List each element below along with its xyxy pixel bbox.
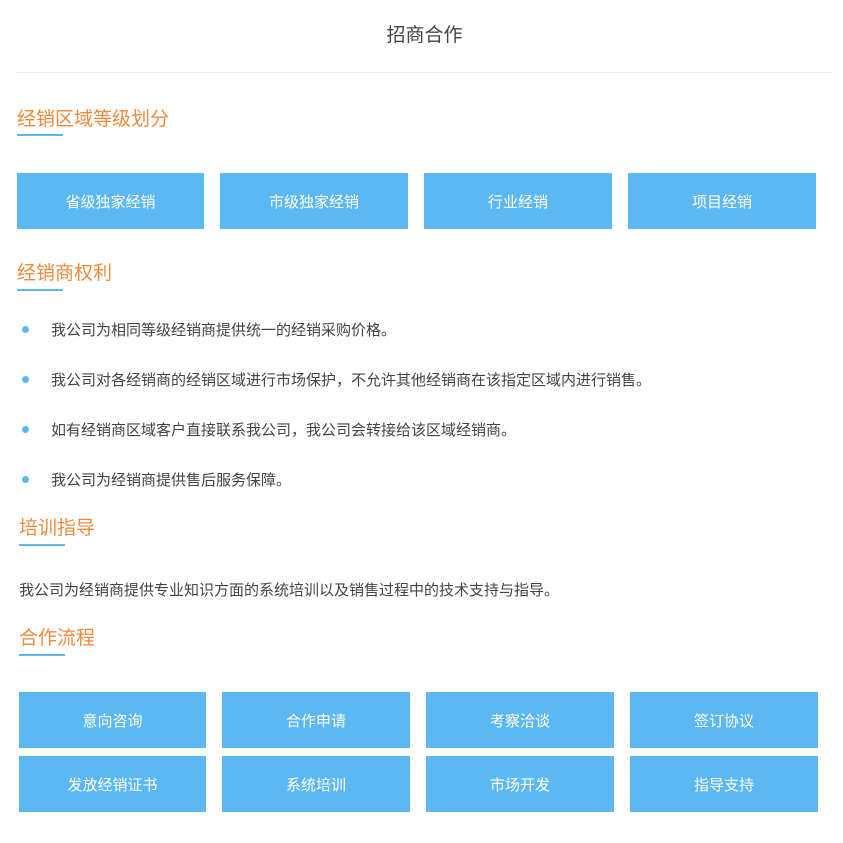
- process-step-certificate[interactable]: 发放经销证书: [19, 756, 206, 812]
- bullet-dot-icon: [22, 426, 29, 433]
- section-title-process: 合作流程: [19, 627, 96, 649]
- rights-item-text: 如有经销商区域客户直接联系我公司，我公司会转接给该区域经销商。: [51, 421, 517, 439]
- process-step-sign[interactable]: 签订协议: [630, 692, 818, 748]
- section-underline-levels: [17, 134, 63, 136]
- level-button-city[interactable]: 市级独家经销: [220, 173, 408, 229]
- section-title-rights: 经销商权利: [17, 262, 113, 284]
- section-underline-training: [19, 544, 65, 546]
- bullet-dot-icon: [22, 326, 29, 333]
- rights-item-text: 我公司为相同等级经销商提供统一的经销采购价格。: [51, 321, 397, 339]
- level-button-provincial[interactable]: 省级独家经销: [17, 173, 204, 229]
- section-underline-rights: [17, 289, 63, 291]
- level-button-industry[interactable]: 行业经销: [424, 173, 612, 229]
- bullet-dot-icon: [22, 476, 29, 483]
- rights-item-text: 我公司为经销商提供售后服务保障。: [51, 471, 292, 489]
- rights-item: 我公司为经销商提供售后服务保障。: [22, 469, 291, 490]
- level-button-project[interactable]: 项目经销: [628, 173, 816, 229]
- rights-item: 如有经销商区域客户直接联系我公司，我公司会转接给该区域经销商。: [22, 419, 516, 440]
- rights-item-text: 我公司对各经销商的经销区域进行市场保护，不允许其他经销商在该指定区域内进行销售。: [51, 371, 652, 389]
- process-step-apply[interactable]: 合作申请: [222, 692, 410, 748]
- section-title-training: 培训指导: [19, 517, 96, 539]
- rights-item: 我公司为相同等级经销商提供统一的经销采购价格。: [22, 319, 396, 340]
- page-title: 招商合作: [386, 24, 463, 46]
- process-step-training[interactable]: 系统培训: [222, 756, 410, 812]
- bullet-dot-icon: [22, 376, 29, 383]
- section-title-levels: 经销区域等级划分: [17, 108, 170, 130]
- section-underline-process: [19, 654, 65, 656]
- process-step-consult[interactable]: 意向咨询: [19, 692, 206, 748]
- title-divider: [16, 72, 832, 73]
- process-step-negotiate[interactable]: 考察洽谈: [426, 692, 614, 748]
- process-step-support[interactable]: 指导支持: [630, 756, 818, 812]
- rights-item: 我公司对各经销商的经销区域进行市场保护，不允许其他经销商在该指定区域内进行销售。: [22, 369, 651, 390]
- training-text: 我公司为经销商提供专业知识方面的系统培训以及销售过程中的技术支持与指导。: [19, 581, 560, 599]
- process-step-market[interactable]: 市场开发: [426, 756, 614, 812]
